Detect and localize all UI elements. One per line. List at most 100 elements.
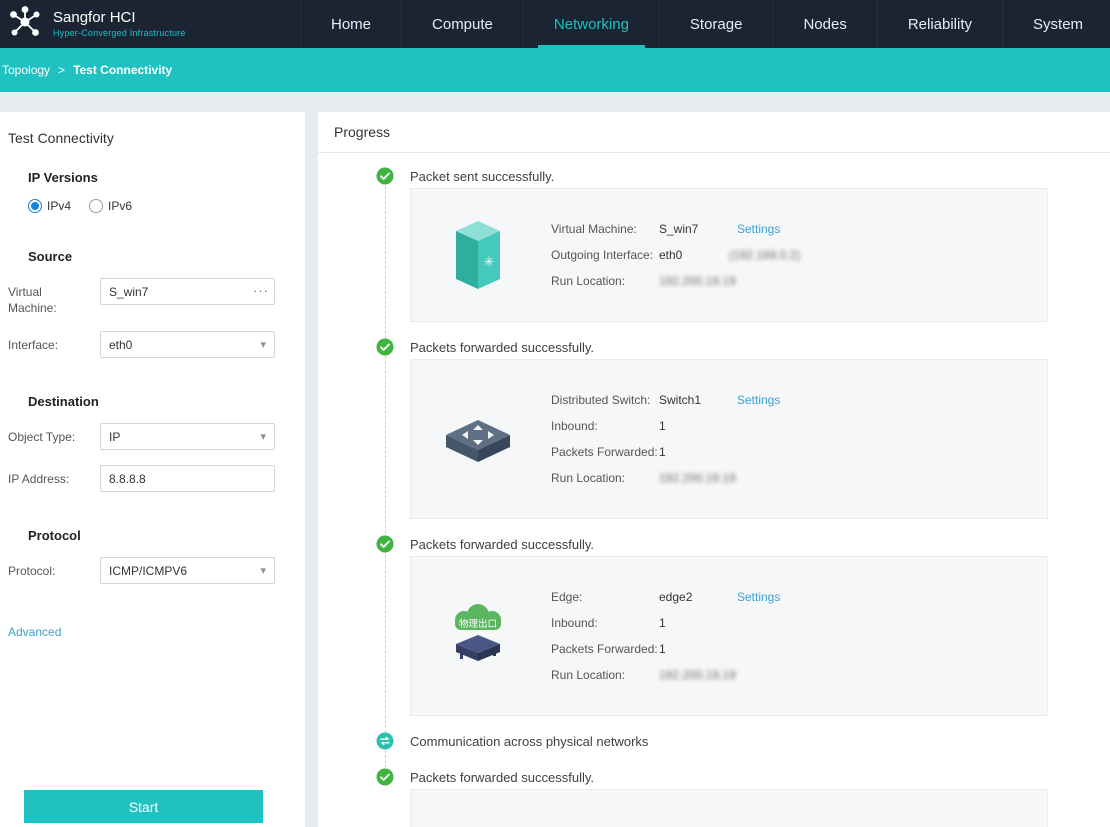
progress-title: Progress: [318, 112, 1110, 153]
settings-link[interactable]: Settings: [737, 222, 780, 236]
breadcrumb-topology[interactable]: Topology: [2, 63, 50, 77]
row-value: S_win7: [659, 222, 729, 236]
nav-item-nodes[interactable]: Nodes: [772, 0, 876, 48]
step-header: Packet sent successfully.: [376, 166, 1110, 186]
protocol-label: Protocol:: [8, 557, 100, 584]
nav-item-storage[interactable]: Storage: [659, 0, 773, 48]
card-rows: Edge:edge2SettingsInbound:1Packets Forwa…: [551, 584, 780, 688]
step-detail-card: 物理出口Edge:edge2SettingsInbound:1Packets F…: [410, 556, 1048, 716]
ip-versions-heading: IP Versions: [28, 170, 297, 185]
success-check-icon: [376, 338, 394, 356]
detail-row: Inbound:1: [551, 413, 780, 439]
protocol-heading: Protocol: [28, 528, 297, 543]
progress-step: Packet sent successfully. ✳ Virtual Machin…: [376, 166, 1110, 322]
nav-item-compute[interactable]: Compute: [401, 0, 523, 48]
ipv4-radio[interactable]: IPv4: [28, 199, 71, 213]
protocol-value: ICMP/ICMPV6: [109, 564, 187, 578]
row-value: eth0: [659, 248, 729, 262]
vm-input-group: ···: [100, 278, 275, 316]
row-value: 1: [659, 616, 729, 630]
settings-link[interactable]: Settings: [737, 590, 780, 604]
row-label: Run Location:: [551, 471, 659, 485]
row-label: Virtual Machine:: [551, 222, 659, 236]
chevron-down-icon: ▾: [260, 564, 266, 577]
progress-panel: Progress Packet sent successfully. ✳ Virtu…: [318, 112, 1110, 827]
row-label: Packets Forwarded:: [551, 445, 659, 459]
detail-row: Run Location:192.200.19.19: [551, 465, 780, 491]
nav-item-networking[interactable]: Networking: [523, 0, 659, 48]
redacted-value: 192.200.19.19: [659, 274, 736, 288]
advanced-link[interactable]: Advanced: [8, 625, 61, 639]
interface-select[interactable]: eth0 ▾: [100, 331, 275, 358]
success-check-icon: [376, 535, 394, 553]
radio-unselected-icon: [89, 199, 103, 213]
vm-label: Virtual Machine:: [8, 278, 100, 316]
row-label: Inbound:: [551, 616, 659, 630]
edge-icon: 物理出口: [439, 603, 517, 669]
redacted-value: 192.200.19.19: [659, 668, 736, 682]
row-label: Run Location:: [551, 668, 659, 682]
vm-row: Virtual Machine: ···: [8, 278, 297, 316]
brand-title: Sangfor HCI: [53, 9, 186, 28]
nav-item-home[interactable]: Home: [300, 0, 401, 48]
step-detail-card: [410, 789, 1048, 827]
protocol-select[interactable]: ICMP/ICMPV6 ▾: [100, 557, 275, 584]
progress-step: Packets forwarded successfully.物理出口Edge:…: [376, 534, 1110, 716]
progress-step: Packets forwarded successfully.Distribut…: [376, 337, 1110, 519]
row-value: edge2: [659, 590, 729, 604]
step-title: Communication across physical networks: [410, 734, 648, 749]
interface-row: Interface: eth0 ▾: [8, 331, 297, 358]
settings-link[interactable]: Settings: [737, 393, 780, 407]
step-header: Packets forwarded successfully.: [376, 534, 1110, 554]
chevron-down-icon: ▾: [260, 338, 266, 351]
ipv6-radio[interactable]: IPv6: [89, 199, 132, 213]
object-type-select[interactable]: IP ▾: [100, 423, 275, 450]
transfer-icon: [376, 732, 394, 750]
vm-browse-button[interactable]: ···: [253, 283, 269, 298]
test-connectivity-panel: Test Connectivity IP Versions IPv4 IPv6 …: [0, 112, 305, 827]
row-value: 1: [659, 642, 729, 656]
distributed-switch-icon: [439, 411, 517, 467]
row-label: Outgoing Interface:: [551, 248, 659, 262]
object-type-row: Object Type: IP ▾: [8, 423, 297, 450]
step-title: Packet sent successfully.: [410, 169, 554, 184]
success-check-icon: [376, 768, 394, 786]
ipv4-label: IPv4: [47, 199, 71, 213]
destination-heading: Destination: [28, 394, 297, 409]
svg-text:物理出口: 物理出口: [459, 618, 497, 630]
ipv6-label: IPv6: [108, 199, 132, 213]
card-rows: Distributed Switch:Switch1SettingsInboun…: [551, 387, 780, 491]
step-title: Packets forwarded successfully.: [410, 537, 594, 552]
vm-input[interactable]: [100, 278, 275, 305]
nav-item-system[interactable]: System: [1002, 0, 1110, 48]
row-value: Switch1: [659, 393, 729, 407]
svg-text:✳: ✳: [484, 254, 495, 269]
card-rows: Virtual Machine:S_win7 Settings Outgoing I…: [551, 216, 800, 294]
detail-row: Run Location:192.200.19.19: [551, 268, 800, 294]
interface-label: Interface:: [8, 331, 100, 358]
protocol-row: Protocol: ICMP/ICMPV6 ▾: [8, 557, 297, 584]
detail-row: Outgoing Interface:eth0(192.168.0.2): [551, 242, 800, 268]
step-header: Packets forwarded successfully.: [376, 767, 1110, 787]
brand-subtitle: Hyper-Converged Infrastructure: [53, 28, 186, 39]
row-label: Run Location:: [551, 274, 659, 288]
detail-row: Virtual Machine:S_win7 Settings: [551, 216, 800, 242]
nav-item-reliability[interactable]: Reliability: [877, 0, 1002, 48]
nav-items: HomeComputeNetworkingStorageNodesReliabi…: [300, 0, 1110, 48]
success-check-icon: [376, 167, 394, 185]
ip-address-input[interactable]: [100, 465, 275, 492]
redacted-value: (192.168.0.2): [729, 248, 800, 262]
detail-row: Inbound:1: [551, 610, 780, 636]
row-label: Inbound:: [551, 419, 659, 433]
step-header: Communication across physical networks: [376, 731, 1110, 751]
start-button[interactable]: Start: [24, 790, 263, 823]
chevron-down-icon: ▾: [260, 430, 266, 443]
top-navbar: Sangfor HCI Hyper-Converged Infrastructu…: [0, 0, 1110, 48]
detail-row: Edge:edge2Settings: [551, 584, 780, 610]
detail-row: Packets Forwarded:1: [551, 636, 780, 662]
step-detail-card: Distributed Switch:Switch1SettingsInboun…: [410, 359, 1048, 519]
object-type-label: Object Type:: [8, 423, 100, 450]
progress-step: Communication across physical networks: [376, 731, 1110, 751]
breadcrumb: Topology > Test Connectivity: [0, 48, 1110, 92]
row-value: 1: [659, 445, 729, 459]
